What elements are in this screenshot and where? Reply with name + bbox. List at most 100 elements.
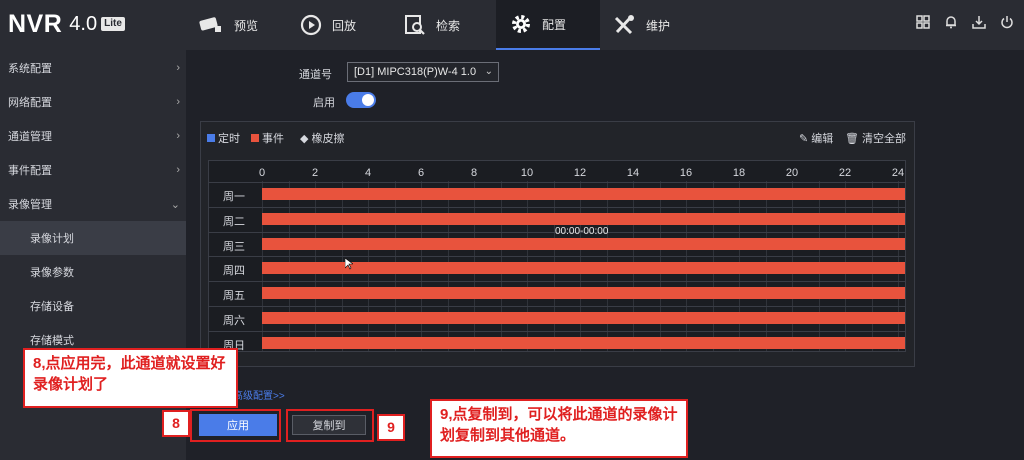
schedule-bar[interactable] — [262, 188, 905, 200]
sidebar-item-label: 系统配置 — [8, 63, 52, 75]
download-icon[interactable] — [972, 15, 986, 29]
grid-row-divider — [208, 256, 906, 258]
layout-icon[interactable] — [916, 15, 930, 29]
step9-number: 9 — [377, 414, 405, 441]
sidebar-item-event[interactable]: 事件配置 › — [0, 153, 186, 187]
playback-icon — [300, 14, 322, 36]
hour-tick-label: 20 — [785, 167, 799, 179]
wrench-icon — [614, 15, 634, 35]
tab-label: 检索 — [436, 18, 461, 33]
chevron-right-icon: › — [176, 62, 180, 74]
edit-label: 编辑 — [811, 133, 834, 145]
timed-label: 定时 — [218, 133, 240, 145]
sidebar-item-label: 网络配置 — [8, 97, 52, 109]
day-label: 周三 — [223, 240, 245, 253]
event-color-swatch — [251, 134, 259, 142]
mouse-pointer-icon — [345, 258, 353, 270]
enable-label: 启用 — [313, 97, 335, 109]
sidebar-item-network[interactable]: 网络配置 › — [0, 85, 186, 119]
clear-label: 清空全部 — [861, 133, 906, 145]
channel-select-value: [D1] MIPC318(P)W-4 1.0 — [354, 66, 477, 78]
tab-label: 配置 — [542, 17, 567, 32]
day-label: 周二 — [223, 215, 245, 228]
channel-select[interactable]: [D1] MIPC318(P)W-4 1.0 ⌄ — [347, 62, 499, 82]
hour-tick-label: 0 — [258, 167, 266, 179]
schedule-bar[interactable] — [262, 312, 905, 324]
edit-button[interactable]: ✎ 编辑 — [799, 130, 833, 146]
sidebar-item-label: 录像管理 — [8, 199, 52, 211]
bell-icon[interactable] — [944, 15, 958, 29]
chevron-right-icon: › — [176, 96, 180, 108]
grid-row-divider — [208, 306, 906, 307]
hour-tick-label: 8 — [470, 167, 478, 179]
tab-playback[interactable]: 回放 — [300, 0, 400, 50]
schedule-bar[interactable] — [262, 287, 905, 300]
sidebar-item-label: 通道管理 — [8, 131, 52, 143]
clear-all-button[interactable]: 🗑 清空全部 — [845, 130, 906, 146]
day-label: 周四 — [223, 265, 245, 278]
logo-version: 4.0 — [69, 12, 98, 35]
top-bar: NVR 4.0 Lite 预览 回放 检索 配置 维护 — [0, 0, 1024, 50]
sidebar-item-storage-device[interactable]: 存储设备 — [0, 289, 186, 323]
pencil-icon: ✎ — [799, 132, 809, 145]
sidebar-item-record-params[interactable]: 录像参数 — [0, 255, 186, 289]
enable-toggle[interactable] — [346, 92, 376, 108]
tab-label: 维护 — [646, 18, 671, 33]
schedule-bar[interactable] — [262, 336, 905, 349]
trash-icon: 🗑 — [845, 132, 859, 145]
search-file-icon — [405, 15, 425, 35]
schedule-bar[interactable] — [262, 212, 905, 225]
day-label: 周六 — [223, 315, 245, 327]
eraser-icon: ◆ — [300, 132, 309, 145]
tab-config[interactable]: 配置 — [496, 0, 600, 50]
hour-tick-label: 10 — [520, 167, 534, 179]
schedule-bar[interactable] — [262, 237, 905, 250]
camera-icon — [199, 17, 221, 32]
sidebar-item-label: 录像计划 — [30, 233, 74, 245]
tab-label: 预览 — [234, 18, 259, 33]
logo-badge: Lite — [101, 17, 125, 31]
day-label: 周一 — [223, 191, 245, 203]
chevron-down-icon: ⌄ — [170, 198, 180, 211]
chevron-down-icon: ⌄ — [484, 66, 493, 77]
hour-tick-label: 24 — [891, 167, 905, 179]
sidebar-item-label: 存储模式 — [30, 335, 74, 347]
logo-text: NVR — [8, 9, 63, 38]
sidebar-item-recording[interactable]: 录像管理 ⌄ — [0, 187, 186, 221]
timed-color-swatch — [207, 134, 215, 142]
sidebar-item-record-schedule[interactable]: 录像计划 — [0, 221, 186, 255]
eraser-tool[interactable]: ◆ 橡皮擦 — [300, 130, 344, 146]
hour-tick-label: 2 — [311, 167, 319, 179]
range-label: 00:00-00:00 — [555, 226, 609, 237]
chevron-right-icon: › — [176, 130, 180, 142]
day-label: 周五 — [223, 290, 245, 303]
top-icons — [916, 15, 1014, 29]
tab-preview[interactable]: 预览 — [190, 0, 298, 50]
chevron-right-icon: › — [176, 164, 180, 176]
sidebar-item-channel[interactable]: 通道管理 › — [0, 119, 186, 153]
hour-tick-label: 6 — [417, 167, 425, 179]
hour-tick-label: 4 — [364, 167, 372, 179]
step8-number: 8 — [162, 410, 190, 437]
sidebar-item-system[interactable]: 系统配置 › — [0, 51, 186, 85]
event-tool[interactable]: 事件 — [251, 130, 284, 146]
event-label: 事件 — [262, 133, 284, 145]
channel-label: 通道号 — [299, 69, 332, 81]
tab-search[interactable]: 检索 — [404, 0, 494, 50]
hour-tick-label: 16 — [679, 167, 693, 179]
schedule-bar[interactable] — [262, 262, 905, 275]
gear-icon — [512, 15, 530, 33]
apply-highlight-box — [190, 409, 281, 442]
hour-tick-label: 14 — [626, 167, 640, 179]
grid-row-divider — [208, 281, 906, 283]
power-icon[interactable] — [1000, 15, 1014, 29]
tab-maintenance[interactable]: 维护 — [612, 0, 712, 50]
step8-callout: 8,点应用完，此通道就设置好录像计划了 — [23, 348, 238, 408]
sidebar-item-label: 事件配置 — [8, 165, 52, 177]
timed-tool[interactable]: 定时 — [207, 130, 240, 146]
hour-tick-label: 22 — [838, 167, 852, 179]
copy-highlight-box — [286, 409, 374, 442]
advanced-config-link[interactable]: 高级配置>> — [233, 387, 285, 402]
toggle-knob — [362, 94, 374, 106]
hour-tick-label: 18 — [732, 167, 746, 179]
